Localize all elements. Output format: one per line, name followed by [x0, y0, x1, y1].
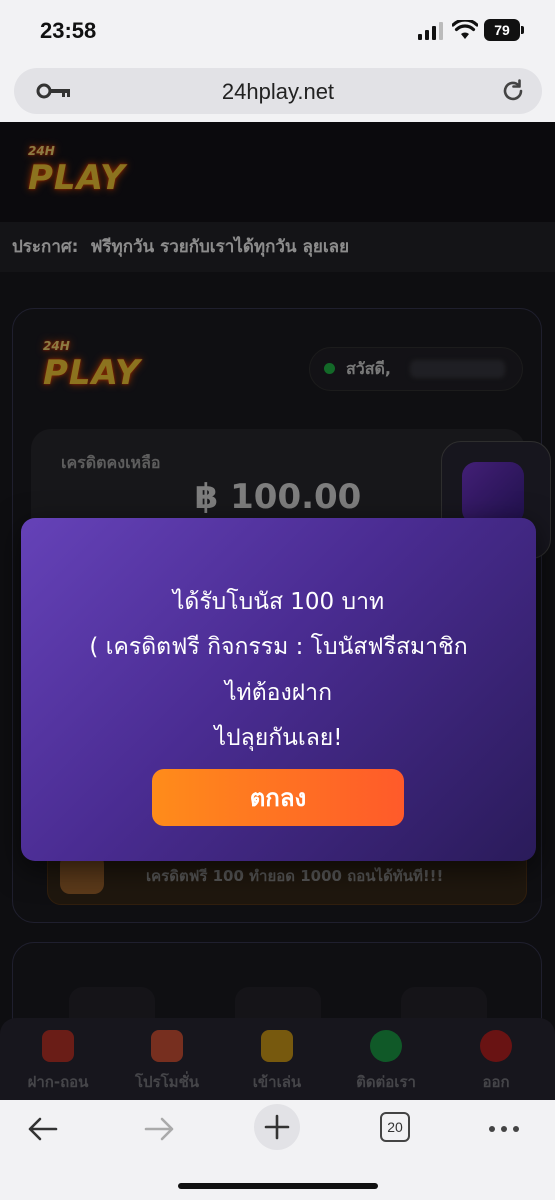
tabs-button[interactable]: 20	[380, 1112, 410, 1142]
address-bar[interactable]: 24hplay.net	[14, 68, 542, 114]
more-options-icon[interactable]	[482, 1114, 526, 1144]
status-bar: 23:58 79	[0, 0, 555, 62]
modal-line-3: ไท่ต้องฝาก	[224, 680, 333, 706]
cellular-signal-icon	[418, 22, 444, 40]
home-indicator	[178, 1183, 378, 1189]
modal-line-1: ได้รับโบนัส 100 บาท	[172, 589, 385, 615]
battery-icon: 79	[484, 19, 524, 41]
back-arrow-icon[interactable]	[22, 1114, 66, 1144]
new-tab-button[interactable]	[254, 1104, 300, 1150]
plus-icon	[264, 1114, 290, 1140]
browser-address-area: 24hplay.net	[0, 62, 555, 122]
url-text: 24hplay.net	[221, 79, 335, 104]
wifi-icon	[452, 20, 478, 39]
status-time: 23:58	[40, 18, 97, 43]
ok-button[interactable]: ตกลง	[152, 769, 404, 826]
modal-line-4: ไปลุยกันเลย!	[214, 725, 343, 751]
modal-line-2: ( เครดิตฟรี กิจกรรม : โบนัสฟรีสมาชิก	[89, 634, 468, 660]
bonus-modal: ได้รับโบนัส 100 บาท ( เครดิตฟรี กิจกรรม …	[21, 518, 536, 861]
forward-arrow-icon[interactable]	[138, 1114, 182, 1144]
battery-level: 79	[494, 22, 510, 38]
reload-icon[interactable]	[500, 78, 526, 104]
